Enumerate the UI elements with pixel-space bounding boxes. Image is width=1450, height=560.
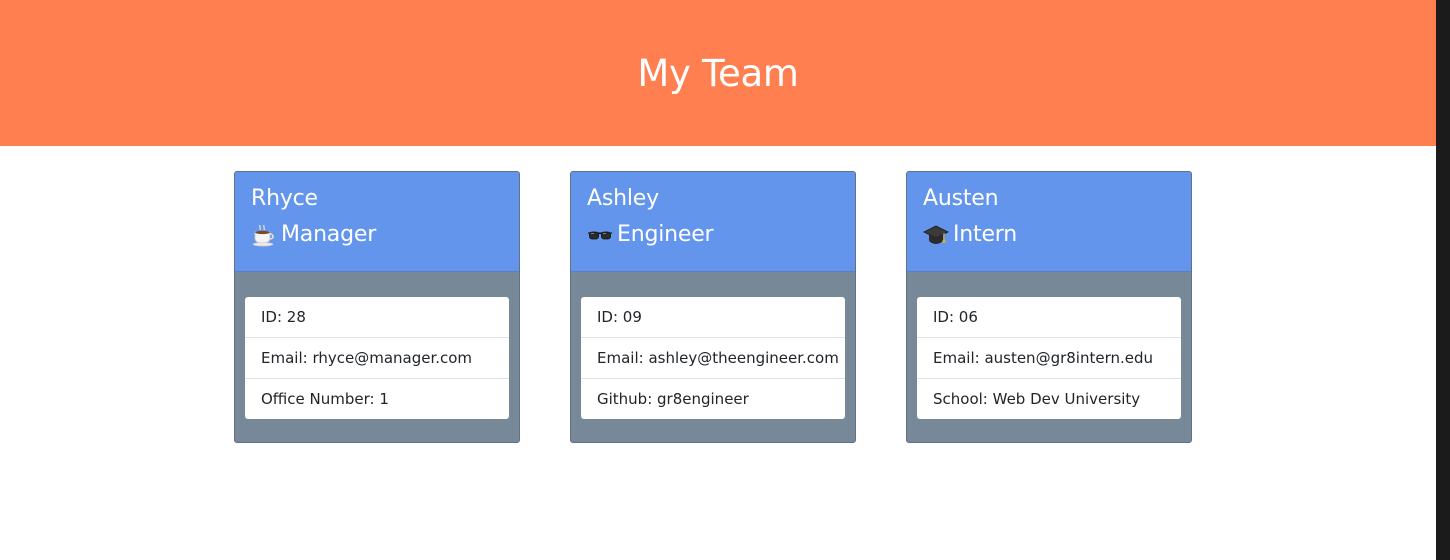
- employee-office-number: Office Number: 1: [261, 390, 389, 408]
- card-header: Rhyce Manager: [235, 172, 519, 272]
- coffee-cup-icon: [252, 224, 274, 247]
- window-edge-strip: [1436, 0, 1450, 560]
- employee-github: Github: gr8engineer: [597, 390, 749, 408]
- employee-card-engineer: Ashley Engineer ID: 09 Email: ashley@the…: [570, 171, 856, 443]
- page-title: My Team: [637, 51, 799, 95]
- employee-card-manager: Rhyce Manager ID: 28 Email: rhyce@manage…: [234, 171, 520, 443]
- employee-id: ID: 06: [917, 297, 1181, 338]
- card-body: ID: 28 Email: rhyce@manager.com Office N…: [235, 272, 519, 419]
- employee-name: Ashley: [587, 186, 659, 211]
- employee-email: Email: ashley@theengineer.com: [581, 338, 845, 379]
- employee-name: Rhyce: [251, 186, 318, 211]
- employee-role-label: Manager: [281, 222, 377, 247]
- glasses-icon: [588, 231, 612, 240]
- employee-role: Engineer: [587, 221, 839, 249]
- card-header: Austen Intern: [907, 172, 1191, 272]
- team-page: My Team Rhyce Manager ID: 28 Email: rhyc…: [0, 0, 1450, 560]
- graduation-cap-icon: [923, 225, 949, 244]
- employee-role: Manager: [251, 221, 503, 249]
- employee-role: Intern: [923, 221, 1175, 249]
- employee-id: ID: 09: [581, 297, 845, 338]
- card-header: Ashley Engineer: [571, 172, 855, 272]
- employee-card-intern: Austen Intern ID: 06 Email: austen@gr8in…: [906, 171, 1192, 443]
- employee-email: Email: rhyce@manager.com: [245, 338, 509, 379]
- employee-email: Email: austen@gr8intern.edu: [917, 338, 1181, 379]
- page-header: My Team: [0, 0, 1436, 146]
- employee-name: Austen: [923, 186, 999, 211]
- card-body: ID: 06 Email: austen@gr8intern.edu Schoo…: [907, 272, 1191, 419]
- team-card-list: Rhyce Manager ID: 28 Email: rhyce@manage…: [234, 171, 1198, 443]
- employee-id: ID: 28: [245, 297, 509, 338]
- employee-role-label: Intern: [953, 222, 1017, 247]
- card-body: ID: 09 Email: ashley@theengineer.com Git…: [571, 272, 855, 419]
- employee-details-list: ID: 28 Email: rhyce@manager.com Office N…: [245, 297, 509, 419]
- employee-details-list: ID: 09 Email: ashley@theengineer.com Git…: [581, 297, 845, 419]
- employee-school: School: Web Dev University: [933, 390, 1141, 408]
- employee-details-list: ID: 06 Email: austen@gr8intern.edu Schoo…: [917, 297, 1181, 419]
- employee-role-label: Engineer: [617, 222, 714, 247]
